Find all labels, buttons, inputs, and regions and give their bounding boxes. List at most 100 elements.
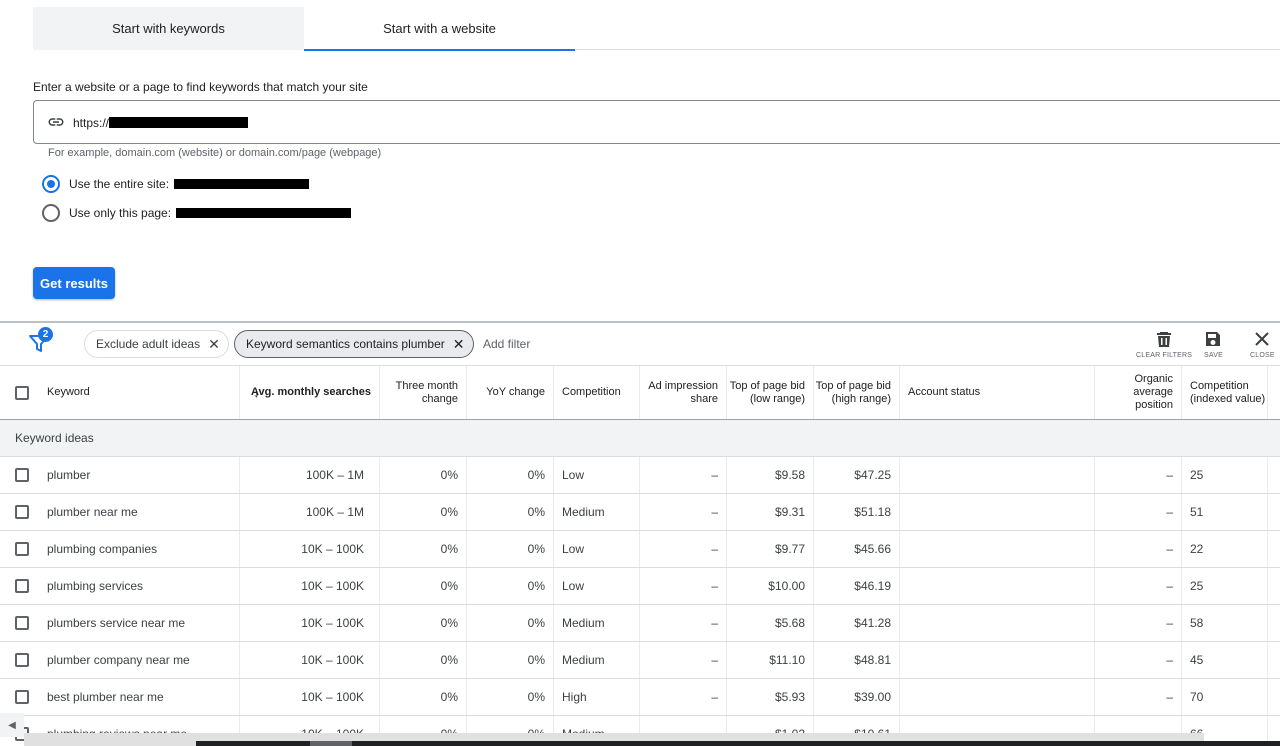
filter-chip-keyword-semantics[interactable]: Keyword semantics contains plumber ✕ [234, 330, 474, 358]
filter-count-badge: 2 [38, 327, 53, 342]
active-tab-indicator [304, 49, 575, 51]
cell-avg-monthly: 100K – 1M [240, 457, 380, 493]
close-button[interactable]: CLOSE [1250, 330, 1275, 359]
header-keyword[interactable]: Keyword [0, 366, 240, 419]
cell-yoy: 0% [467, 531, 554, 567]
cell-competition: Medium [554, 494, 640, 530]
table-row[interactable]: plumbing companies 10K – 100K 0% 0% Low – $9.7… [0, 531, 1280, 568]
cell-ad-impression: – [640, 642, 727, 678]
cell-bid-high: $41.28 [814, 605, 900, 641]
cell-organic-average: – [1095, 679, 1182, 715]
row-checkbox[interactable] [15, 690, 29, 704]
url-hint: For example, domain.com (website) or dom… [48, 147, 382, 159]
tab-label: Start with a website [383, 21, 496, 36]
cell-yoy: 0% [467, 494, 554, 530]
cell-keyword: plumbers service near me [0, 605, 240, 641]
table-row[interactable]: plumbing services 10K – 100K 0% 0% Low – $10.0… [0, 568, 1280, 605]
cell-bid-high: $48.81 [814, 642, 900, 678]
close-icon[interactable]: ✕ [453, 337, 465, 351]
clear-filters-button[interactable]: CLEAR FILTERS [1136, 330, 1192, 359]
website-url-input[interactable]: https:// [33, 100, 1280, 144]
cell-account-status [900, 494, 1095, 530]
website-prompt: Enter a website or a page to find keywor… [33, 80, 368, 94]
cell-account-status [900, 457, 1095, 493]
keyword-text: plumber company near me [47, 653, 190, 667]
cell-three-month: 0% [380, 679, 467, 715]
save-button[interactable]: SAVE [1204, 330, 1223, 359]
cell-yoy: 0% [467, 568, 554, 604]
header-avg-monthly[interactable]: ↓ Avg. monthly searches [240, 366, 380, 419]
option-this-page[interactable]: Use only this page: [42, 204, 352, 222]
tool-label: CLOSE [1250, 352, 1275, 359]
cell-avg-monthly: 10K – 100K [240, 605, 380, 641]
cell-avg-monthly: 100K – 1M [240, 494, 380, 530]
row-checkbox[interactable] [15, 653, 29, 667]
header-bid-high[interactable]: Top of page bid (high range) [814, 366, 900, 419]
cell-bid-high: $47.25 [814, 457, 900, 493]
cell-ad-impression: – [640, 494, 727, 530]
table-row[interactable]: plumber near me 100K – 1M 0% 0% Medium – $9.31… [0, 494, 1280, 531]
row-checkbox[interactable] [15, 579, 29, 593]
row-checkbox[interactable] [15, 616, 29, 630]
horizontal-scrollbar-thumb[interactable] [196, 741, 1280, 746]
header-three-month[interactable]: Three month change [380, 366, 467, 419]
header-competition-indexed[interactable]: Competition (indexed value) [1182, 366, 1268, 419]
tab-start-with-website[interactable]: Start with a website [304, 7, 575, 51]
add-filter-button[interactable]: Add filter [483, 337, 530, 351]
row-checkbox[interactable] [15, 505, 29, 519]
cell-keyword: plumber company near me [0, 642, 240, 678]
table-row[interactable]: best plumber near me 10K – 100K 0% 0% High – $… [0, 679, 1280, 716]
cell-competition: Medium [554, 642, 640, 678]
cell-account-status [900, 642, 1095, 678]
header-label: Competition (indexed value) [1190, 379, 1266, 405]
table-row[interactable]: plumbers service near me 10K – 100K 0% 0% Me… [0, 605, 1280, 642]
radio-this-page[interactable] [42, 204, 60, 222]
header-ad-impression[interactable]: Ad impression share [640, 366, 727, 419]
cell-bid-low: $5.68 [727, 605, 814, 641]
header-account-status[interactable]: Account status [900, 366, 1095, 419]
header-label: Account status [908, 386, 981, 398]
cell-competition: Low [554, 568, 640, 604]
cell-avg-monthly: 10K – 100K [240, 642, 380, 678]
row-checkbox[interactable] [15, 542, 29, 556]
cell-keyword: plumbing services [0, 568, 240, 604]
close-icon [1255, 332, 1270, 346]
scroll-left-button[interactable]: ◀ [0, 713, 24, 737]
cell-bid-low: $9.77 [727, 531, 814, 567]
select-all-checkbox[interactable] [15, 385, 29, 400]
cell-ad-impression: – [640, 679, 727, 715]
cell-keyword: plumber [0, 457, 240, 493]
cell-yoy: 0% [467, 457, 554, 493]
cell-bid-high: $39.00 [814, 679, 900, 715]
header-organic-average[interactable]: Organic average position [1095, 366, 1182, 419]
cell-bid-low: $10.00 [727, 568, 814, 604]
cell-account-status [900, 531, 1095, 567]
cell-bid-high: $46.19 [814, 568, 900, 604]
cell-three-month: 0% [380, 568, 467, 604]
cell-avg-monthly: 10K – 100K [240, 568, 380, 604]
header-yoy[interactable]: YoY change [467, 366, 554, 419]
tab-start-with-keywords[interactable]: Start with keywords [33, 7, 304, 50]
cell-ad-impression: – [640, 531, 727, 567]
header-label: Top of page bid (high range) [815, 379, 891, 405]
table-row[interactable]: plumber company near me 10K – 100K 0% 0% Med… [0, 642, 1280, 679]
cell-three-month: 0% [380, 531, 467, 567]
row-checkbox[interactable] [15, 468, 29, 482]
header-competition[interactable]: Competition [554, 366, 640, 419]
header-label: YoY change [486, 386, 545, 398]
cell-competition: Low [554, 457, 640, 493]
keyword-text: plumber near me [47, 505, 138, 519]
header-bid-low[interactable]: Top of page bid (low range) [727, 366, 814, 419]
filter-chip-exclude-adult[interactable]: Exclude adult ideas ✕ [84, 330, 229, 358]
option-entire-site[interactable]: Use the entire site: [42, 175, 310, 193]
cell-competition-indexed: 51 [1182, 494, 1268, 530]
radio-entire-site[interactable] [42, 175, 60, 193]
save-icon [1206, 332, 1221, 346]
keyword-text: plumbers service near me [47, 616, 186, 630]
get-results-button[interactable]: Get results [33, 267, 115, 299]
cell-bid-low: $9.31 [727, 494, 814, 530]
table-row[interactable]: plumber 100K – 1M 0% 0% Low – $9.58 $47.25–25 [0, 457, 1280, 494]
close-icon[interactable]: ✕ [208, 337, 220, 351]
redacted-page [176, 208, 352, 218]
cell-bid-high: $51.18 [814, 494, 900, 530]
